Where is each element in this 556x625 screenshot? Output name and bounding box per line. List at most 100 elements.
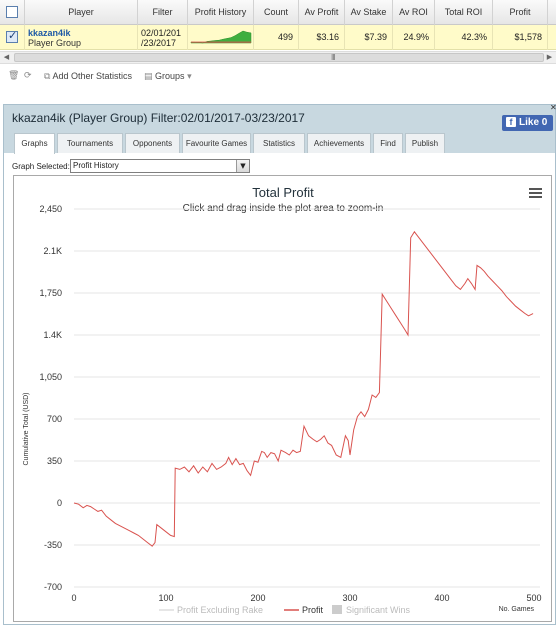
row-select-cell (0, 25, 25, 50)
stats-grid: Player Filter Profit History Count Av Pr… (0, 0, 556, 102)
trash-icon[interactable]: 🗑 (8, 71, 19, 81)
legend-item-profit: Profit (302, 605, 324, 615)
tab-tournaments[interactable]: Tournaments (57, 133, 123, 153)
x-tick-label: 0 (71, 593, 76, 603)
panel-title: kkazan4ik (Player Group) Filter:02/01/20… (12, 111, 305, 125)
player-cell[interactable]: kkazan4ik Player Group (25, 25, 138, 50)
x-tick-labels: 0 100 200 300 400 500 (71, 593, 541, 603)
row-checkbox[interactable] (6, 29, 18, 43)
filter-cell: 02/01/201 /23/2017 (138, 25, 188, 50)
menu-icon-bar-1 (529, 188, 542, 190)
player-group-label: Player Group (28, 38, 82, 48)
add-statistics-button[interactable]: ⧉ Add Other Statistics (44, 71, 132, 82)
tab-graphs[interactable]: Graphs (14, 133, 55, 154)
profit-chart-svg[interactable]: Total Profit Click and drag inside the p… (14, 176, 551, 621)
menu-icon[interactable] (529, 188, 542, 198)
x-tick-label: 200 (250, 593, 265, 603)
column-header-av-profit[interactable]: Av Profit (299, 0, 345, 25)
chevron-down-icon[interactable]: ▼ (236, 160, 249, 172)
av-roi-cell: 24.9% (393, 25, 435, 50)
player-panel: kkazan4ik (Player Group) Filter:02/01/20… (3, 103, 556, 625)
y-tick-label: 1,050 (39, 372, 62, 382)
like-count-label: Like 0 (519, 117, 548, 128)
legend-item-profit-excluding-rake: Profit Excluding Rake (177, 605, 263, 615)
y-axis-label: Cumulative Total (USD) (23, 392, 30, 465)
tab-achievements[interactable]: Achievements (307, 133, 371, 153)
y-tick-label: -350 (44, 540, 62, 550)
column-header-total-roi[interactable]: Total ROI (435, 0, 493, 25)
menu-icon-bar-3 (529, 196, 542, 198)
scrollbar-grip: III (331, 53, 336, 62)
column-header-filter[interactable]: Filter (138, 0, 188, 25)
column-header-profit[interactable]: Profit (493, 0, 548, 25)
panel-header: kkazan4ik (Player Group) Filter:02/01/20… (4, 103, 556, 154)
tab-publish[interactable]: Publish (405, 133, 445, 153)
table-row[interactable]: kkazan4ik Player Group 02/01/201 /23/201… (0, 25, 556, 50)
legend-item-significant-wins: Significant Wins (346, 605, 411, 615)
grid-header-row: Player Filter Profit History Count Av Pr… (0, 0, 556, 25)
chart-legend[interactable]: Profit Excluding Rake Profit Significant W… (159, 605, 411, 615)
tab-favourite-games[interactable]: Favourite Games (182, 133, 251, 153)
y-tick-label: 2.1K (43, 246, 62, 256)
player-name-link[interactable]: kkazan4ik (28, 28, 71, 38)
x-tick-label: 500 (526, 593, 541, 603)
column-header-player[interactable]: Player (25, 0, 138, 25)
chart-series (73, 230, 534, 547)
y-grid (74, 208, 540, 588)
y-tick-label: 1,750 (39, 288, 62, 298)
y-tick-label: 700 (47, 414, 62, 424)
facebook-icon: f (506, 117, 516, 127)
column-header-av-roi[interactable]: Av ROI (393, 0, 435, 25)
series-line-profit (73, 230, 534, 547)
av-stake-cell: $7.39 (345, 25, 393, 50)
profit-history-cell (188, 25, 254, 50)
y-tick-label: 0 (57, 498, 62, 508)
column-header-av-stake[interactable]: Av Stake (345, 0, 393, 25)
groups-dropdown[interactable]: ▤ Groups ▾ (144, 71, 192, 82)
y-tick-label: 1.4K (43, 330, 62, 340)
x-axis-label: No. Games (499, 606, 535, 613)
graph-select-value: Profit History (73, 161, 119, 170)
count-cell: 499 (254, 25, 299, 50)
av-profit-cell: $3.16 (299, 25, 345, 50)
horizontal-scrollbar[interactable]: ◀ III ▶ (0, 51, 556, 64)
x-tick-label: 100 (158, 593, 173, 603)
graph-selected-label: Graph Selected: (12, 162, 70, 171)
x-tick-label: 400 (434, 593, 449, 603)
refresh-icon[interactable]: ⟳ (24, 71, 32, 81)
profit-sparkline (190, 30, 252, 44)
menu-icon-bar-2 (529, 192, 542, 194)
scroll-right-icon[interactable]: ▶ (543, 52, 556, 63)
add-statistics-label: Add Other Statistics (52, 71, 132, 81)
y-tick-label: -700 (44, 582, 62, 592)
select-all-checkbox[interactable] (6, 6, 18, 18)
add-columns-icon: ⧉ (44, 72, 51, 82)
filter-start-date: 02/01/201 (141, 28, 182, 38)
grid-toolbar: 🗑 ⟳ ⧉ Add Other Statistics ▤ Groups ▾ (0, 66, 556, 88)
scroll-left-icon[interactable]: ◀ (0, 52, 13, 63)
filter-end-date: /23/2017 (141, 38, 177, 48)
graph-select[interactable]: Profit History ▼ (70, 159, 250, 173)
profit-chart[interactable]: Total Profit Click and drag inside the p… (13, 175, 552, 622)
tab-statistics[interactable]: Statistics (253, 133, 305, 153)
profit-cell: $1,578 (493, 25, 548, 50)
legend-swatch-significant-wins (332, 605, 342, 614)
select-all-cell (0, 0, 25, 25)
groups-icon: ▤ (144, 72, 153, 82)
x-tick-label: 300 (342, 593, 357, 603)
groups-label: Groups (155, 71, 185, 81)
column-header-profit-history[interactable]: Profit History (188, 0, 254, 25)
y-tick-label: 2,450 (39, 204, 62, 214)
facebook-like-button[interactable]: f Like 0 (502, 115, 553, 131)
y-tick-labels: 2,450 2.1K 1,750 1.4K 1,050 700 350 0 -350 -700 (39, 204, 62, 592)
close-icon[interactable]: ✕ (550, 103, 556, 112)
y-tick-label: 350 (47, 456, 62, 466)
total-roi-cell: 42.3% (435, 25, 493, 50)
tab-find[interactable]: Find (373, 133, 403, 153)
column-header-count[interactable]: Count (254, 0, 299, 25)
tab-opponents[interactable]: Opponents (125, 133, 180, 153)
scrollbar-thumb[interactable]: III (14, 53, 544, 62)
chevron-down-icon: ▾ (187, 72, 192, 82)
sparkline-area (190, 30, 252, 44)
chart-title: Total Profit (252, 185, 314, 200)
